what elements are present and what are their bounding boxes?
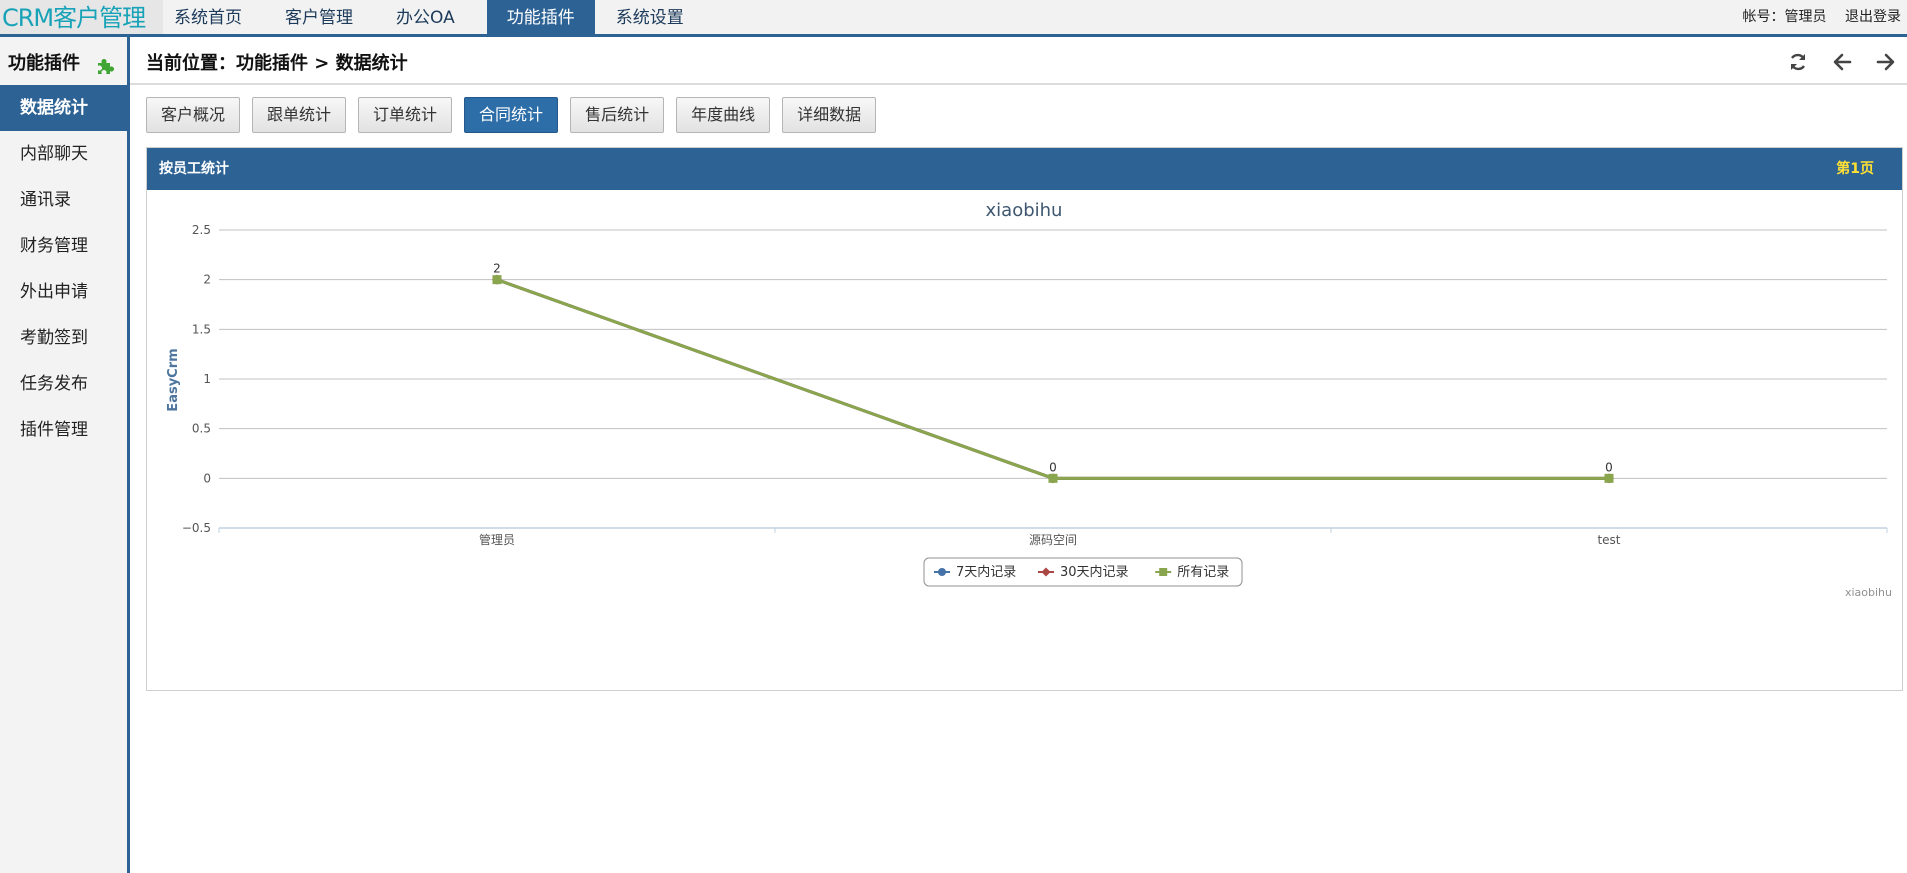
legend-label: 7天内记录 <box>956 564 1016 580</box>
data-point <box>492 275 502 285</box>
data-label: 0 <box>1049 460 1057 474</box>
y-tick-label: 1 <box>203 372 211 386</box>
chart-title: xiaobihu <box>986 200 1063 221</box>
tab-aftersales-stats[interactable]: 售后统计 <box>570 97 665 133</box>
tab-order-stats[interactable]: 订单统计 <box>358 97 453 133</box>
nav-item-office-oa[interactable]: 办公OA <box>385 0 466 34</box>
arrow-right-icon[interactable] <box>1875 51 1897 73</box>
data-labels: 2 0 0 <box>493 262 1613 475</box>
sidebar-item-data-stats[interactable]: 数据统计 <box>0 85 127 131</box>
sidebar-item-contacts[interactable]: 通讯录 <box>0 177 127 223</box>
legend-label: 30天内记录 <box>1060 564 1129 580</box>
tab-customer-overview[interactable]: 客户概况 <box>146 97 241 133</box>
tab-annual-curve[interactable]: 年度曲线 <box>676 97 771 133</box>
legend-marker <box>938 568 946 576</box>
stats-tabs: 客户概况 跟单统计 订单统计 合同统计 售后统计 年度曲线 详细数据 <box>146 97 888 133</box>
top-bar: CRM客户管理 系统首页 客户管理 办公OA 功能插件 系统设置 帐号：管理员 … <box>0 0 1907 37</box>
nav-item-home[interactable]: 系统首页 <box>163 0 253 34</box>
main-nav: 系统首页 客户管理 办公OA 功能插件 系统设置 <box>163 0 716 34</box>
logout-link[interactable]: 退出登录 <box>1845 9 1901 25</box>
panel-header: 按员工统计 第1页 <box>147 148 1902 190</box>
data-point <box>1048 473 1058 483</box>
legend-label: 所有记录 <box>1177 565 1229 580</box>
nav-item-settings[interactable]: 系统设置 <box>605 0 695 34</box>
legend-marker <box>1159 568 1168 576</box>
account-area: 帐号：管理员 退出登录 <box>1743 0 1901 34</box>
sidebar-item-internal-chat[interactable]: 内部聊天 <box>0 131 127 177</box>
data-label: 2 <box>493 262 501 276</box>
y-tick-label: 2 <box>203 273 211 287</box>
breadcrumb-bar: 当前位置：功能插件 > 数据统计 <box>130 37 1907 85</box>
tab-followup-stats[interactable]: 跟单统计 <box>252 97 347 133</box>
main-content: 当前位置：功能插件 > 数据统计 客户概况 跟单统计 订单统计 合同统计 售后统… <box>130 37 1907 873</box>
chart-legend: 7天内记录 30天内记录 所有记录 <box>923 557 1243 587</box>
tab-detail-data[interactable]: 详细数据 <box>782 97 877 133</box>
page-toolbar <box>1787 51 1897 73</box>
breadcrumb: 当前位置：功能插件 > 数据统计 <box>146 53 408 74</box>
data-point <box>1604 473 1614 483</box>
y-tick-label: 1.5 <box>192 322 211 336</box>
sidebar-item-attendance[interactable]: 考勤签到 <box>0 315 127 361</box>
refresh-icon[interactable] <box>1787 51 1809 73</box>
x-tick-label: test <box>1597 533 1620 547</box>
x-tick-label: 管理员 <box>479 532 515 547</box>
nav-item-customers[interactable]: 客户管理 <box>274 0 364 34</box>
sidebar-item-outing-request[interactable]: 外出申请 <box>0 269 127 315</box>
sidebar-item-finance[interactable]: 财务管理 <box>0 223 127 269</box>
page-indicator: 第1页 <box>1836 161 1874 177</box>
y-axis-title: EasyCrm <box>166 348 181 411</box>
line-chart: 2.5 2 1.5 1 0.5 0 −0.5 管理员 源码空间 test 2 0 0 xiaobih… <box>166 200 1892 599</box>
puzzle-icon <box>98 59 114 74</box>
stats-panel: 按员工统计 第1页 2.5 2 1.5 1 0.5 0 −0.5 管理员 源码空间 test 2… <box>146 147 1903 691</box>
nav-item-plugins[interactable]: 功能插件 <box>486 0 595 34</box>
sidebar-item-tasks[interactable]: 任务发布 <box>0 361 127 407</box>
y-tick-label: 2.5 <box>192 223 211 237</box>
sidebar: 功能插件 数据统计 内部聊天 通讯录 财务管理 外出申请 考勤签到 任务发布 插… <box>0 37 130 873</box>
arrow-left-icon[interactable] <box>1831 51 1853 73</box>
account-label: 帐号：管理员 <box>1742 9 1827 25</box>
y-axis-ticks: 2.5 2 1.5 1 0.5 0 −0.5 <box>182 223 211 535</box>
y-tick-label: 0.5 <box>192 422 211 436</box>
y-tick-label: −0.5 <box>182 521 211 535</box>
tab-contract-stats[interactable]: 合同统计 <box>464 97 559 133</box>
x-tick-label: 源码空间 <box>1029 533 1077 547</box>
panel-title: 按员工统计 <box>159 161 229 177</box>
data-label: 0 <box>1605 460 1613 474</box>
y-tick-label: 0 <box>203 471 211 485</box>
sidebar-item-plugin-manage[interactable]: 插件管理 <box>0 407 127 453</box>
sidebar-title: 功能插件 <box>8 53 80 74</box>
chart-credit: xiaobihu <box>1845 586 1892 599</box>
sidebar-header: 功能插件 <box>0 37 127 85</box>
app-brand: CRM客户管理 <box>0 0 163 34</box>
x-axis: 管理员 源码空间 test <box>218 527 1888 547</box>
